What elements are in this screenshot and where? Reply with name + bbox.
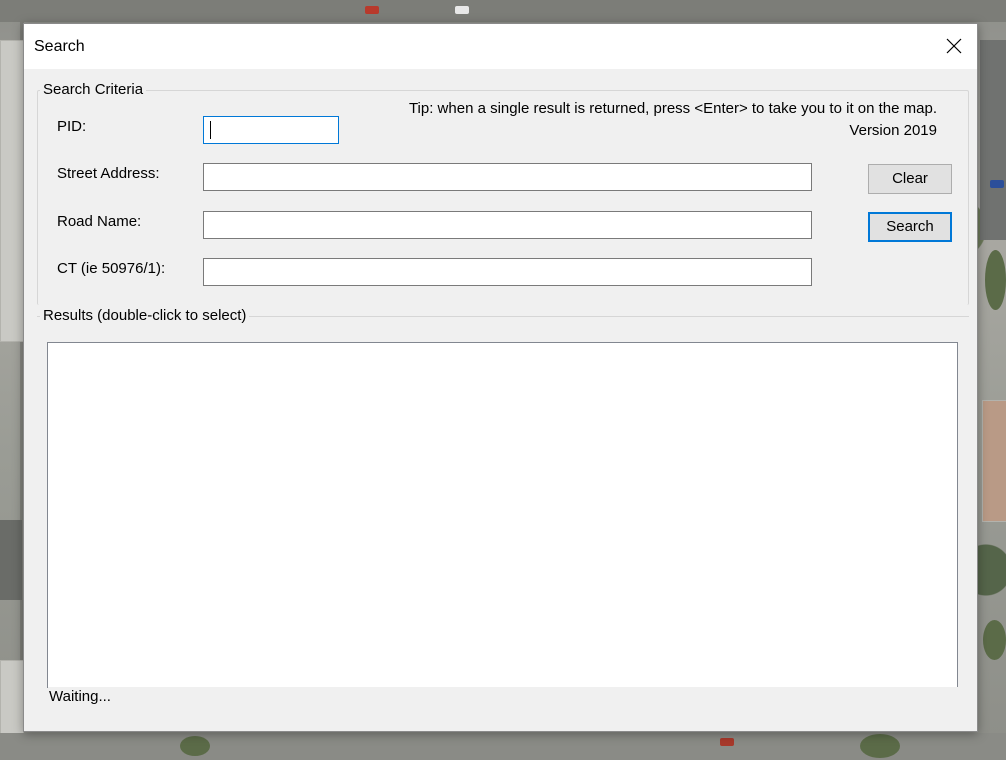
window-title: Search [34, 38, 85, 55]
search-dialog: Search Search Criteria Tip: when a singl… [23, 23, 978, 732]
search-criteria-legend: Search Criteria [40, 81, 147, 98]
search-button[interactable]: Search [868, 212, 952, 242]
tip-text: Tip: when a single result is returned, p… [409, 98, 937, 142]
road-name-input[interactable] [203, 211, 812, 239]
text-caret [210, 121, 211, 139]
pid-input[interactable] [203, 116, 339, 144]
results-legend: Results (double-click to select) [40, 307, 250, 324]
ct-label: CT (ie 50976/1): [57, 260, 166, 277]
tip-line: Tip: when a single result is returned, p… [408, 100, 937, 117]
clear-button[interactable]: Clear [868, 164, 952, 194]
street-address-input[interactable] [203, 163, 812, 191]
title-bar: Search [24, 24, 977, 69]
status-text: Waiting... [48, 687, 958, 711]
road-name-label: Road Name: [57, 213, 142, 230]
pid-label: PID: [57, 118, 87, 135]
street-address-label: Street Address: [57, 165, 160, 182]
ct-input[interactable] [203, 258, 812, 286]
close-button[interactable] [931, 24, 977, 69]
close-icon [946, 38, 962, 54]
results-list[interactable] [47, 342, 958, 688]
version-label: Version 2019 [849, 122, 937, 139]
